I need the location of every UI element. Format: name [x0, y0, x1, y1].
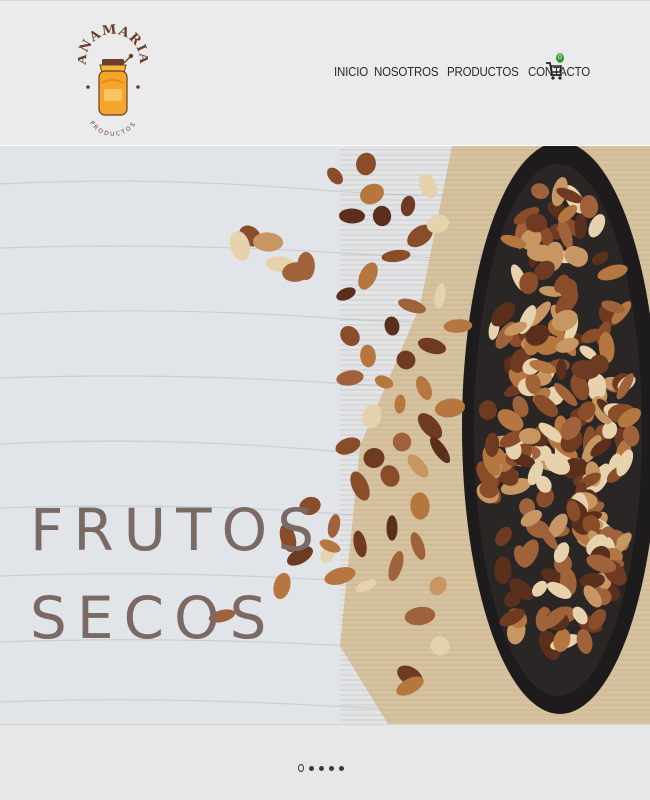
nut-96 [494, 556, 512, 585]
slider-dots [298, 764, 349, 772]
cart-count-badge: 0 [556, 53, 564, 63]
hero-title: FRUTOS SECOS [30, 486, 324, 662]
svg-text:PRODUCTOS: PRODUCTOS [88, 120, 138, 137]
nav-inicio[interactable]: INICIO [334, 65, 368, 79]
slider-dot-4[interactable] [329, 765, 334, 771]
nav-productos[interactable]: PRODUCTOS [447, 65, 519, 79]
hero-title-line-2: SECOS [30, 584, 277, 652]
nut-227 [518, 427, 541, 445]
brand-logo[interactable]: ANAMARIA PRODUCTOS [78, 13, 148, 137]
nut-271 [386, 515, 398, 541]
slider-dot-1[interactable] [298, 764, 304, 772]
nav-nosotros[interactable]: NOSOTROS [374, 65, 439, 79]
hero-banner: FRUTOS SECOS [0, 146, 650, 724]
slider-dot-5[interactable] [339, 765, 344, 771]
brand-tagline: PRODUCTOS [88, 120, 136, 137]
slider-dot-3[interactable] [319, 765, 324, 771]
site-header: ANAMARIA PRODUCTOS INICIO NOSOTROS PRODU… [0, 0, 650, 145]
nut-193 [556, 358, 567, 381]
slider-dot-2[interactable] [309, 765, 314, 771]
hero-title-line-1: FRUTOS [30, 496, 325, 564]
slider-bar [0, 724, 650, 800]
